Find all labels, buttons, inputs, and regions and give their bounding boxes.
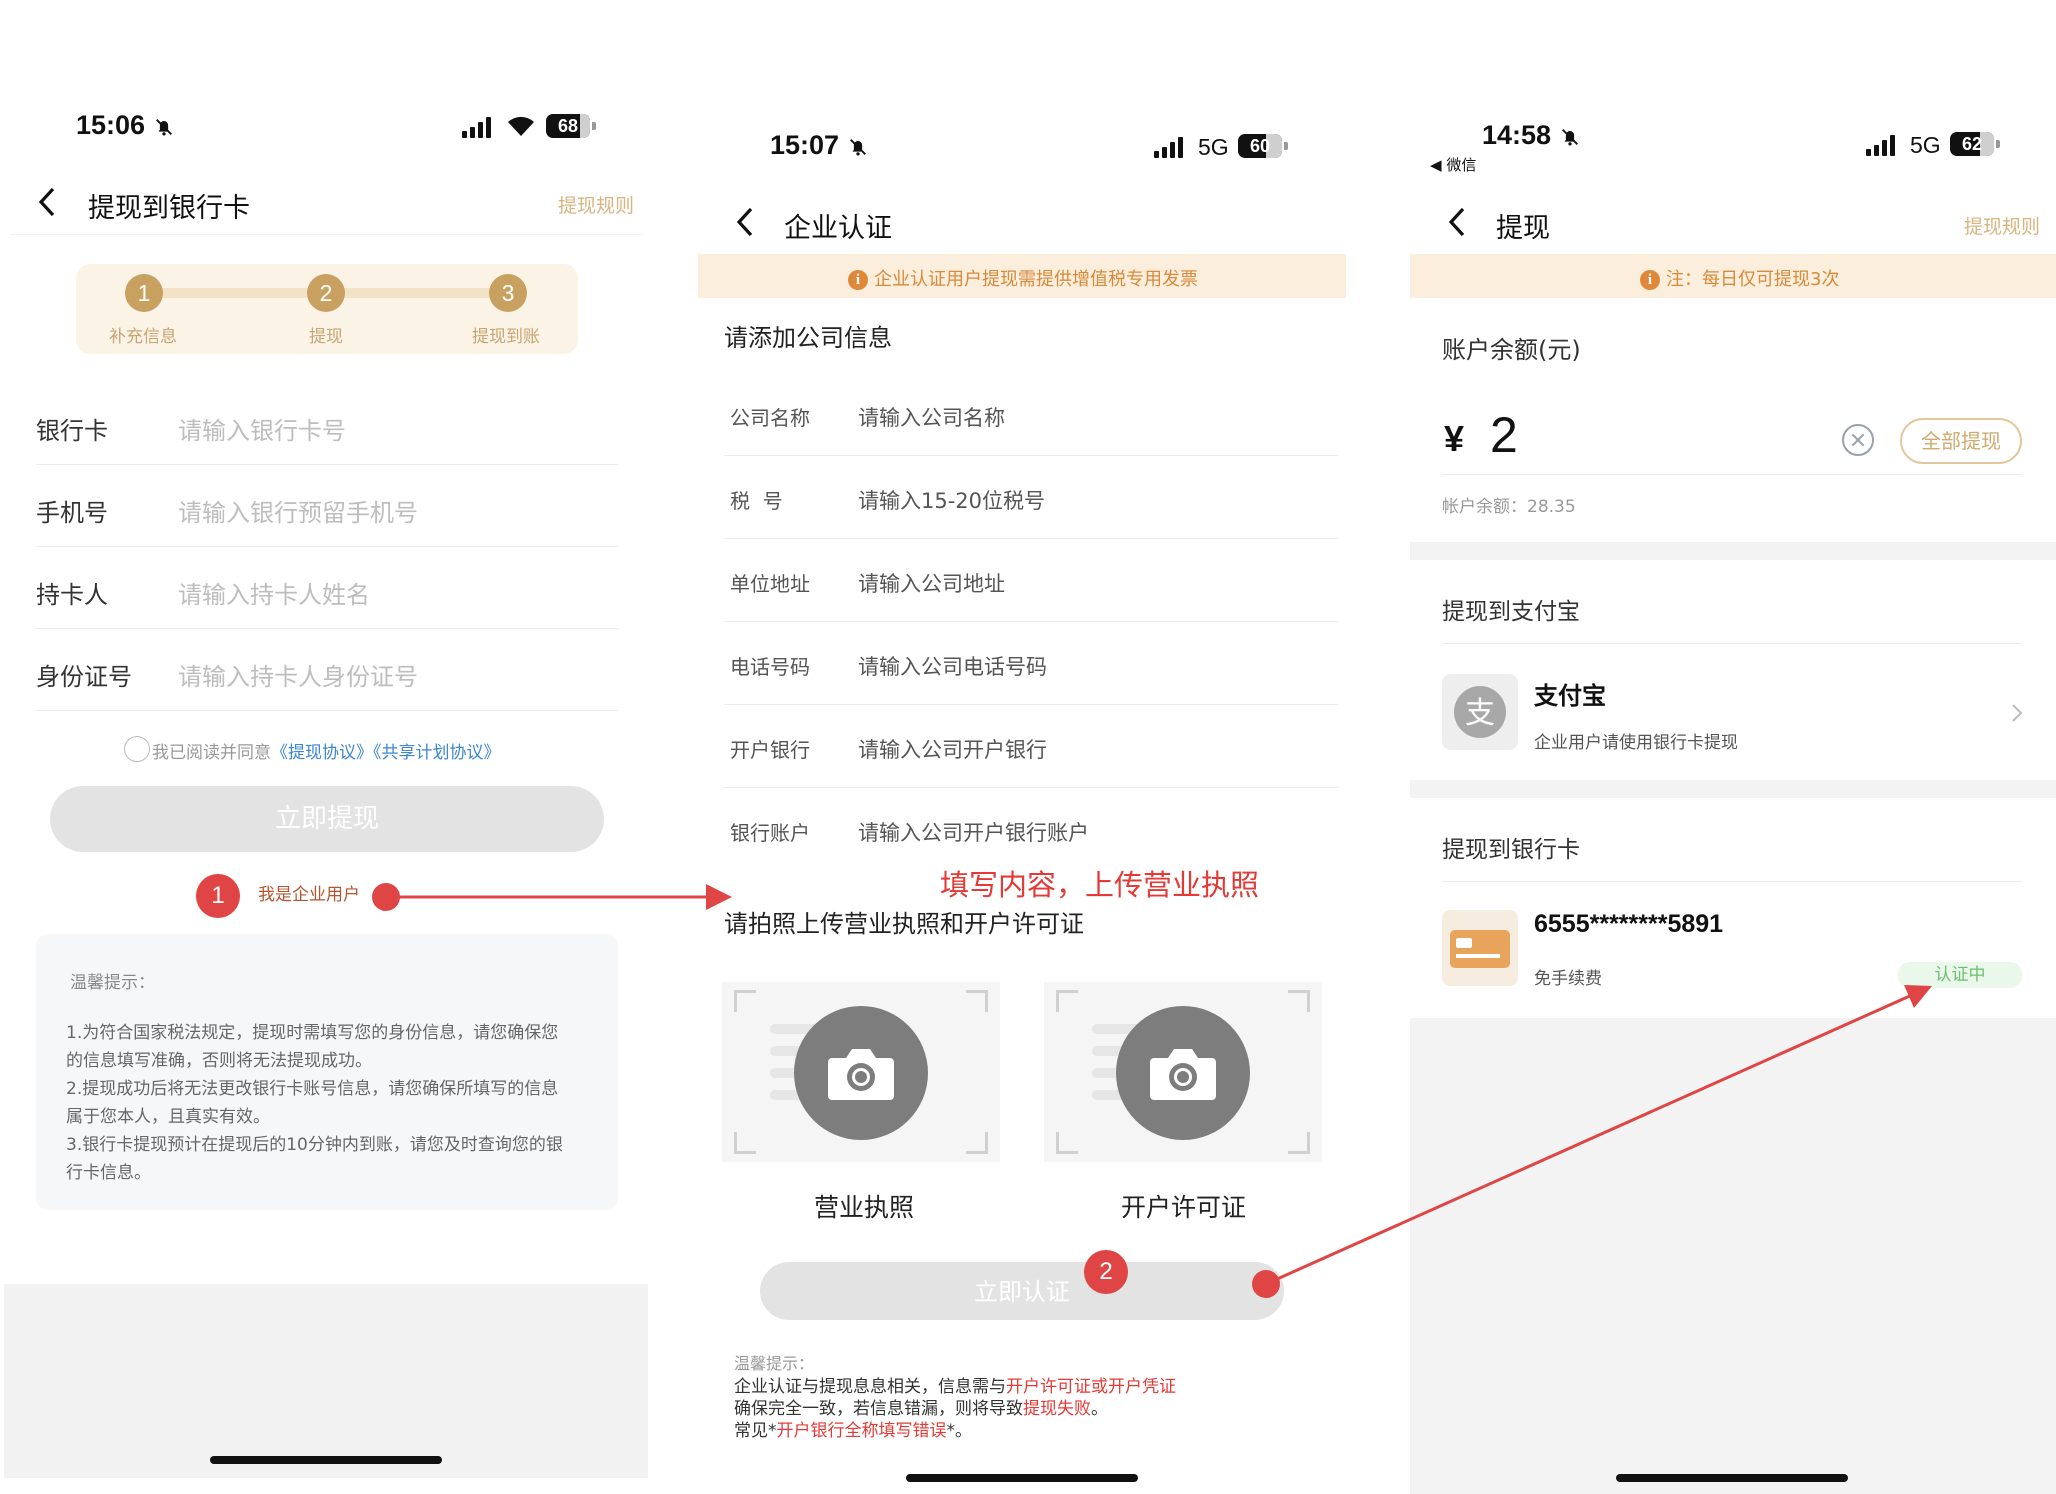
arrow-line-2 (1265, 993, 1913, 1286)
arrow-head-1 (706, 884, 732, 910)
annotation-arrows (386, 884, 1932, 1286)
